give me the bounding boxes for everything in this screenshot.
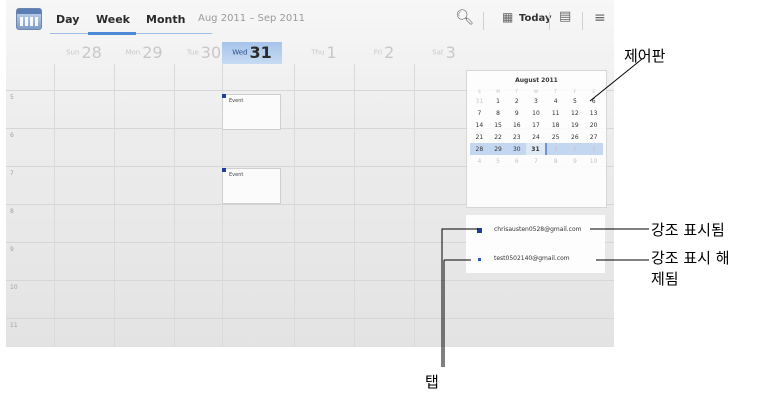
callout-line-tab-1 [441,228,478,367]
callout-control-panel: 제어판 [624,47,666,65]
callout-tab: 탭 [425,373,439,391]
callout-highlighted: 강조 표시됨 [651,221,725,239]
callout-unhighlighted: 강조 표시 해제됨 [651,249,730,288]
